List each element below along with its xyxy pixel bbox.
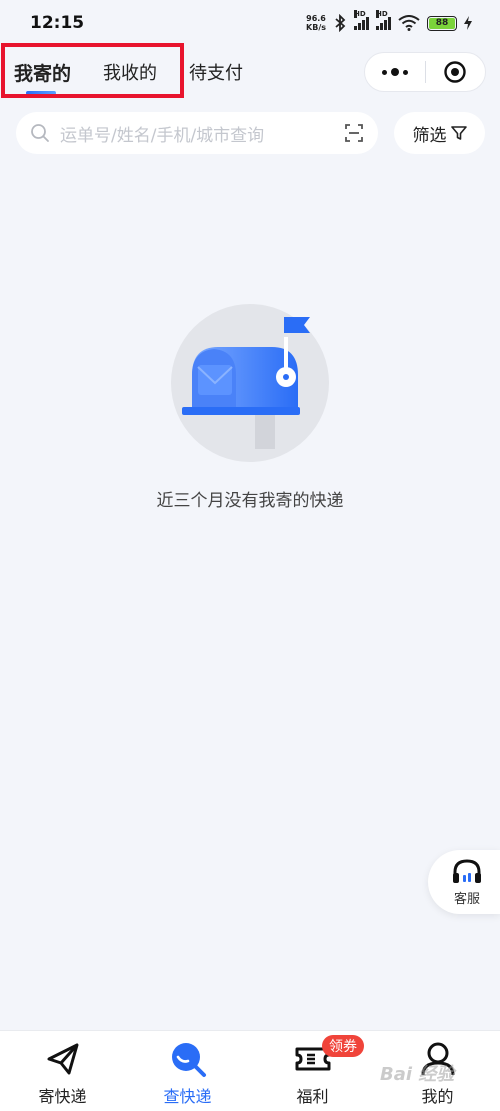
signal-icon-2: HD (376, 10, 391, 30)
coupon-badge: 领券 (322, 1035, 364, 1057)
tab-pending-payment[interactable]: 待支付 (189, 59, 243, 85)
target-icon (444, 61, 466, 83)
charging-icon (464, 16, 472, 30)
mini-program-capsule (364, 52, 486, 92)
customer-service-button[interactable]: 客服 (428, 850, 500, 914)
annotation-highlight-box (1, 43, 184, 98)
filter-button[interactable]: 筛选 (394, 112, 485, 154)
search-input[interactable]: 运单号/姓名/手机/城市查询 (16, 112, 378, 154)
network-speed: 96.6 KB/s (306, 14, 326, 32)
status-bar: 12:15 96.6 KB/s HD HD 88 (0, 0, 500, 46)
status-icons: 96.6 KB/s HD HD 88 (306, 10, 472, 32)
more-icon (381, 68, 408, 76)
watermark: Bai 经验 (380, 1064, 455, 1085)
paper-plane-icon (47, 1043, 78, 1075)
empty-state-message: 近三个月没有我寄的快递 (156, 491, 344, 511)
nav-item-track[interactable]: 查快递 (125, 1031, 250, 1111)
bluetooth-icon (335, 14, 346, 32)
filter-label: 筛选 (412, 125, 447, 146)
mailbox-illustration (171, 304, 329, 462)
wifi-icon (398, 15, 420, 31)
nav-item-welfare[interactable]: 领券 福利 (250, 1031, 375, 1111)
signal-icon-1: HD (354, 10, 369, 30)
nav-item-send[interactable]: 寄快递 (0, 1031, 125, 1111)
filter-icon (450, 126, 467, 140)
search-icon (31, 124, 49, 142)
headset-icon (453, 858, 481, 883)
battery-indicator: 88 (427, 15, 457, 31)
more-button[interactable] (365, 53, 425, 91)
close-miniprogram-button[interactable] (426, 53, 486, 91)
status-time: 12:15 (30, 13, 85, 33)
search-icon (171, 1043, 206, 1077)
search-placeholder: 运单号/姓名/手机/城市查询 (60, 125, 265, 146)
customer-service-label: 客服 (453, 891, 480, 907)
scan-icon[interactable] (344, 123, 364, 143)
